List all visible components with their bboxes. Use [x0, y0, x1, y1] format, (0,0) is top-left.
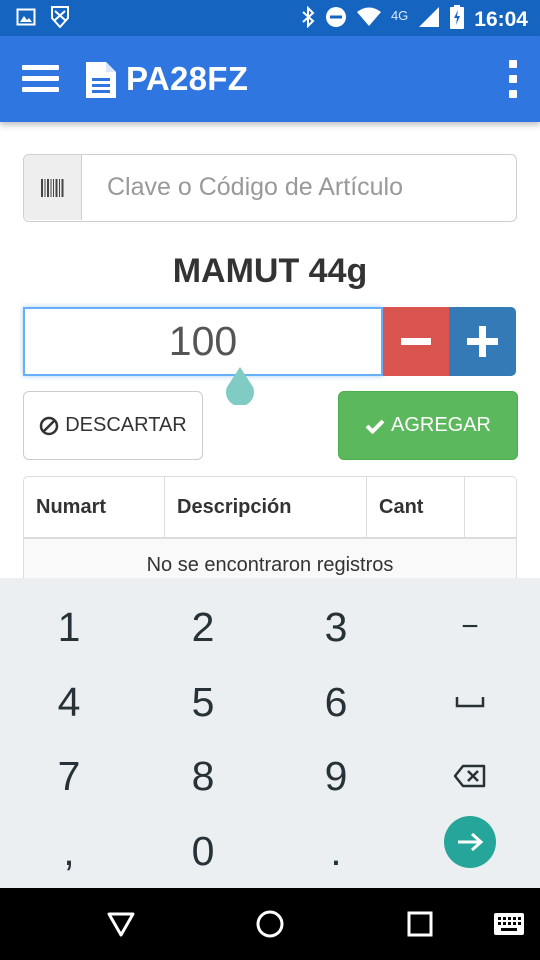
discard-button[interactable]: DESCARTAR — [23, 391, 203, 460]
signal-icon — [418, 6, 440, 33]
numeric-keyboard: 1 2 3 − 4 5 6 7 8 9 , 0 . — [0, 578, 540, 888]
key-backspace[interactable] — [410, 741, 530, 811]
key-period[interactable]: . — [276, 816, 396, 886]
key-6[interactable]: 6 — [276, 667, 396, 737]
page-title: PA28FZ — [126, 60, 249, 97]
system-nav-bar — [0, 888, 540, 960]
key-space[interactable] — [410, 667, 530, 737]
ban-icon — [39, 416, 59, 435]
text-cursor-handle[interactable] — [224, 367, 256, 407]
recents-icon[interactable] — [406, 910, 434, 943]
quantity-field-wrap — [23, 307, 383, 376]
column-header-numart[interactable]: Numart — [24, 477, 165, 537]
key-4[interactable]: 4 — [9, 667, 129, 737]
backspace-icon — [453, 764, 486, 788]
space-icon — [455, 697, 485, 708]
discard-label: DESCARTAR — [65, 414, 187, 436]
key-comma[interactable]: , — [9, 816, 129, 886]
home-icon[interactable] — [255, 909, 285, 944]
minus-icon — [401, 338, 431, 345]
barcode-scan-button[interactable] — [24, 155, 82, 220]
back-icon[interactable] — [106, 910, 136, 943]
more-options-icon[interactable] — [506, 60, 520, 98]
key-5[interactable]: 5 — [143, 667, 263, 737]
increase-quantity-button[interactable] — [449, 307, 516, 376]
key-1[interactable]: 1 — [9, 592, 129, 662]
decrease-quantity-button[interactable] — [383, 307, 449, 376]
article-search-group — [23, 154, 517, 222]
key-7[interactable]: 7 — [9, 741, 129, 811]
column-header-actions — [465, 477, 516, 537]
key-2[interactable]: 2 — [143, 592, 263, 662]
table-header: Numart Descripción Cant — [24, 477, 516, 539]
key-9[interactable]: 9 — [276, 741, 396, 811]
shield-notification-icon — [50, 6, 70, 33]
document-icon — [84, 61, 118, 104]
key-3[interactable]: 3 — [276, 592, 396, 662]
do-not-disturb-icon — [325, 6, 347, 33]
gallery-notification-icon — [16, 7, 36, 32]
arrow-right-icon — [458, 832, 484, 852]
key-0[interactable]: 0 — [143, 816, 263, 886]
key-go[interactable] — [444, 816, 496, 868]
column-header-descripcion[interactable]: Descripción — [165, 477, 367, 537]
menu-icon[interactable] — [22, 63, 60, 95]
articles-table: Numart Descripción Cant No se encontraro… — [23, 476, 517, 586]
status-bar: 4G 16:04 — [0, 0, 540, 36]
network-type-label: 4G — [390, 8, 409, 23]
app-bar: PA28FZ — [0, 36, 540, 122]
key-8[interactable]: 8 — [143, 741, 263, 811]
keyboard-switch-icon[interactable] — [493, 912, 525, 941]
bluetooth-icon — [301, 5, 315, 33]
app-screen: 4G 16:04 PA28FZ MAMUT — [0, 0, 540, 960]
wifi-icon — [356, 7, 381, 32]
clock: 16:04 — [474, 7, 528, 31]
add-label: AGREGAR — [390, 414, 492, 436]
product-name: MAMUT 44g — [172, 252, 368, 290]
quantity-input[interactable] — [25, 309, 381, 374]
column-header-cant[interactable]: Cant — [367, 477, 465, 537]
battery-icon — [450, 5, 465, 34]
barcode-icon — [41, 179, 64, 197]
key-minus[interactable]: − — [410, 592, 530, 662]
add-button[interactable]: AGREGAR — [338, 391, 518, 460]
check-icon — [365, 419, 385, 434]
article-search-input[interactable] — [84, 155, 514, 220]
